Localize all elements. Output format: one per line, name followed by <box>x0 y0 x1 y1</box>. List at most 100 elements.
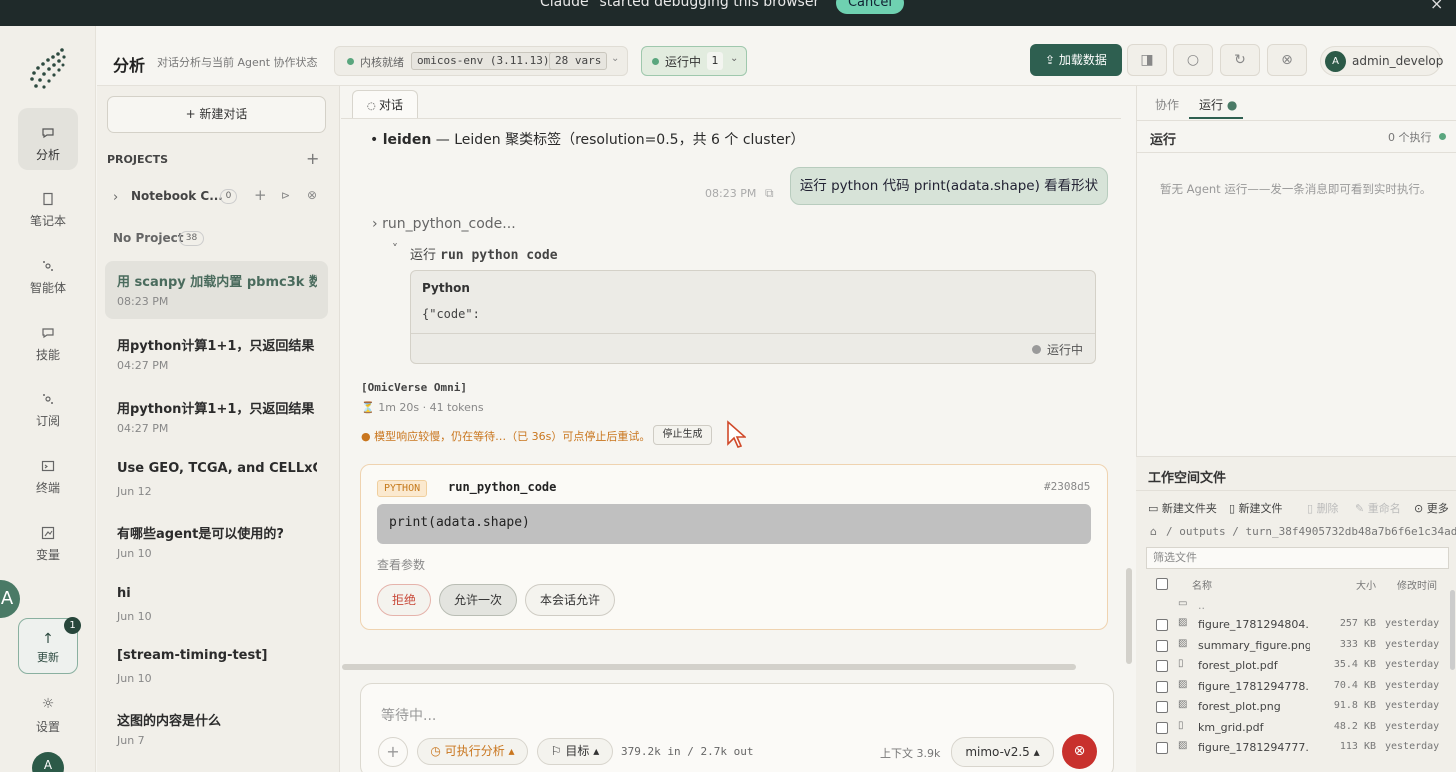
rail-item-settings[interactable]: ☼ 设置 <box>18 696 78 735</box>
refresh-button[interactable]: ↻ <box>1220 44 1260 76</box>
file-date: yesterday <box>1385 659 1440 670</box>
col-name[interactable]: 名称 <box>1192 577 1212 592</box>
tool-collapsed-row[interactable]: › run_python_code... <box>372 216 516 232</box>
banner-cancel-button[interactable]: Cancel <box>836 0 904 14</box>
file-filter-input[interactable]: 筛选文件 <box>1146 547 1449 569</box>
home-icon[interactable]: ⌂ <box>1150 525 1157 538</box>
file-checkbox[interactable] <box>1156 619 1168 631</box>
banner-close-icon[interactable]: × <box>1430 0 1443 13</box>
conversation-item[interactable]: Use GEO, TCGA, and CELLxG... Jun 12 <box>105 451 328 509</box>
attach-button[interactable]: + <box>378 737 408 767</box>
conversation-title: 用python计算1+1，只返回结果 <box>117 402 315 417</box>
vertical-scrollbar[interactable] <box>1126 568 1132 664</box>
conversation-item[interactable]: hi Jun 10 <box>105 576 328 634</box>
rail-item-agents[interactable]: 智能体 <box>18 241 78 303</box>
rename-label: 重命名 <box>1367 502 1401 515</box>
add-project-icon[interactable]: + <box>306 149 319 168</box>
new-chat-button[interactable]: + 新建对话 <box>107 96 326 133</box>
conversation-item[interactable]: 这图的内容是什么 Jun 7 <box>105 700 328 758</box>
file-date: yesterday <box>1385 700 1440 711</box>
rail-item-terminal[interactable]: 终端 <box>18 441 78 503</box>
rail-item-notebook[interactable]: 笔记本 <box>18 174 78 236</box>
col-modified[interactable]: 修改时间 <box>1397 577 1437 592</box>
conversation-item[interactable]: 有哪些agent是可以使用的? Jun 10 <box>105 513 328 571</box>
rail-item-label: 分析 <box>35 148 60 162</box>
file-checkbox[interactable] <box>1156 722 1168 734</box>
close-circle-icon: ⊗ <box>1281 52 1293 68</box>
project-notebook[interactable]: Notebook C... <box>131 189 223 203</box>
tab-run[interactable]: 运行 ● <box>1199 96 1237 113</box>
rail-item-label: 变量 <box>35 548 60 562</box>
horizontal-scrollbar[interactable] <box>342 664 1076 670</box>
chevron-right-icon[interactable]: › <box>113 190 118 205</box>
select-all-checkbox[interactable] <box>1156 578 1168 590</box>
status-button[interactable]: ○ <box>1173 44 1213 76</box>
allow-session-button[interactable]: 本会话允许 <box>525 584 615 616</box>
file-row[interactable]: ▨ forest_plot.png 91.8 KB yesterday <box>1150 697 1456 717</box>
file-checkbox[interactable] <box>1156 640 1168 652</box>
file-path[interactable]: / outputs / turn_38f4905732db48a7b6f6e1c… <box>1166 525 1456 538</box>
file-checkbox[interactable] <box>1156 701 1168 713</box>
result-bullet: • leiden — Leiden 聚类标签（resolution=0.5，共 … <box>370 129 804 149</box>
model-selector[interactable]: mimo-v2.5 ▴ <box>951 737 1054 767</box>
delete-button[interactable]: ▯ 删除 <box>1307 500 1339 516</box>
kernel-status-pill[interactable]: 内核就绪 omicos-env (3.11.13) 28 vars ⌄ <box>334 46 628 76</box>
tag-icon[interactable]: ⊳ <box>281 189 290 202</box>
view-params-link[interactable]: 查看参数 <box>377 556 425 573</box>
rail-item-variables[interactable]: 变量 <box>18 508 78 570</box>
warning-dot: ● <box>361 430 375 443</box>
sidebar-toggle-icon: ◨ <box>1140 52 1154 68</box>
conversation-title: hi <box>117 586 131 601</box>
add-icon[interactable]: + <box>254 186 267 204</box>
no-project-label[interactable]: No Project <box>113 231 184 245</box>
delete-icon[interactable]: ⊗ <box>307 188 317 202</box>
rename-button[interactable]: ✎ 重命名 <box>1355 500 1401 516</box>
stop-button[interactable]: ⊗ <box>1062 734 1097 769</box>
rail-item-label: 智能体 <box>29 281 66 295</box>
file-row[interactable]: ▨ figure_1781294804... 257 KB yesterday <box>1150 615 1456 635</box>
file-row[interactable]: ▯ km_grid.pdf 48.2 KB yesterday <box>1150 718 1456 738</box>
file-row[interactable]: ▨ summary_figure.png 333 KB yesterday <box>1150 636 1456 656</box>
chevron-right-icon: › <box>372 216 383 232</box>
file-date: yesterday <box>1385 639 1440 650</box>
conversation-item[interactable]: [stream-timing-test] Jun 10 <box>105 638 328 696</box>
new-file-button[interactable]: ▯ 新建文件 <box>1229 500 1283 516</box>
file-row[interactable]: ▯ forest_plot.pdf 35.4 KB yesterday <box>1150 656 1456 676</box>
file-row[interactable]: ▨ figure_1781294777... 113 KB yesterday <box>1150 738 1456 758</box>
file-row[interactable]: ▨ figure_1781294778... 70.4 KB yesterday <box>1150 677 1456 697</box>
file-checkbox[interactable] <box>1156 742 1168 754</box>
app-logo[interactable] <box>26 46 70 92</box>
run-status-pill[interactable]: 运行中 1 ⌄ <box>641 46 747 76</box>
rail-item-analysis[interactable]: 分析 <box>18 108 78 170</box>
conversation-item[interactable]: 用python计算1+1，只返回结果 04:27 PM <box>105 388 328 446</box>
load-data-button[interactable]: ⇪ 加载数据 <box>1030 44 1122 76</box>
file-checkbox[interactable] <box>1156 681 1168 693</box>
new-folder-button[interactable]: ▭ 新建文件夹 <box>1148 500 1217 516</box>
input-placeholder: 等待中... <box>381 708 437 724</box>
rail-item-subscriptions[interactable]: 订阅 <box>18 374 78 436</box>
parent-dir-row[interactable]: ▭ .. <box>1150 596 1456 616</box>
tool-run-prefix: 运行 <box>410 248 441 263</box>
more-button[interactable]: ⊙ 更多 <box>1414 500 1456 516</box>
chevron-down-icon[interactable]: ˅ <box>392 242 398 256</box>
col-size[interactable]: 大小 <box>1356 577 1376 592</box>
deny-button[interactable]: 拒绝 <box>377 584 431 616</box>
leiden-key: leiden <box>382 132 432 148</box>
tab-collab[interactable]: 协作 <box>1155 96 1179 113</box>
files-scrollbar[interactable] <box>1450 590 1455 670</box>
copy-icon[interactable]: ⧉ <box>765 186 774 201</box>
allow-once-button[interactable]: 允许一次 <box>439 584 517 616</box>
conversation-item[interactable]: 用python计算1+1，只返回结果 04:27 PM <box>105 325 328 383</box>
goal-selector[interactable]: ⚐ 目标 ▴ <box>537 738 613 765</box>
panel-toggle-button[interactable]: ◨ <box>1127 44 1167 76</box>
mode-selector[interactable]: ◷ 可执行分析 ▴ <box>417 738 528 765</box>
file-checkbox[interactable] <box>1156 660 1168 672</box>
cancel-run-button[interactable]: ⊗ <box>1267 44 1307 76</box>
tab-dialog[interactable]: ◌ 对话 <box>352 90 418 119</box>
conversation-item[interactable]: 用 scanpy 加载内置 pbmc3k 数... 08:23 PM <box>105 261 328 319</box>
user-menu[interactable]: A admin_develop <box>1320 46 1443 76</box>
hourglass-icon: ⏳ <box>361 401 379 414</box>
load-data-label: 加载数据 <box>1058 53 1107 67</box>
rail-item-skills[interactable]: 技能 <box>18 308 78 370</box>
stop-generation-button[interactable]: 停止生成 <box>653 425 712 445</box>
